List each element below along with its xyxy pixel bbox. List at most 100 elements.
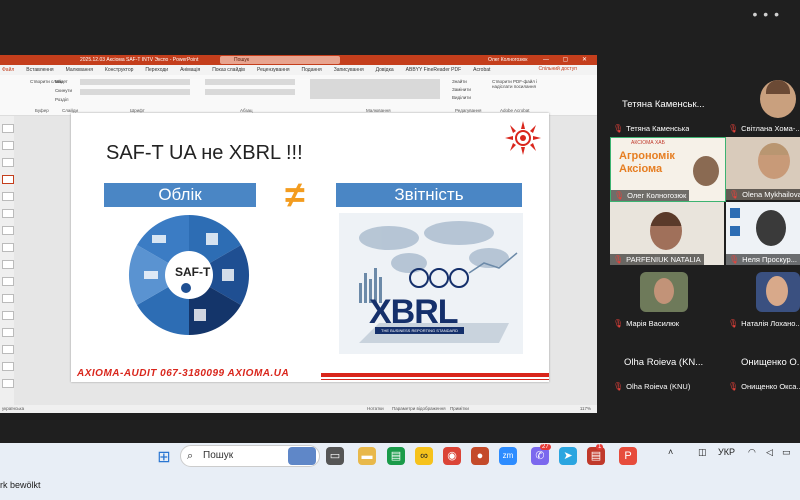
slide-thumbnail[interactable] — [2, 260, 14, 269]
wifi-icon[interactable]: ◠ — [748, 447, 756, 458]
slide-thumbnail[interactable] — [2, 124, 14, 133]
reporting-box: Звітність — [336, 183, 522, 207]
notification-badge: 27 — [540, 444, 551, 450]
participant-label: 🎙 Світлана Хома-... — [728, 124, 800, 133]
presentation-slide[interactable]: SAF-T UA не XBRL !!! Облік ≠ Звітність S… — [71, 113, 549, 382]
status-notes-button[interactable]: Нотатки — [367, 406, 384, 411]
ribbon-find[interactable]: Знайти — [452, 79, 467, 84]
more-options-icon[interactable]: • • • — [753, 6, 780, 22]
saf-t-center-label: SAF-T — [175, 265, 211, 279]
app-icon[interactable]: ▤ — [387, 447, 405, 465]
ribbon-replace[interactable]: Замінити — [452, 87, 471, 92]
status-display-settings[interactable]: Параметри відображення — [392, 406, 446, 411]
participant-name-top-left: Тетяна Каменськ... — [622, 99, 705, 110]
pattern-icon — [730, 226, 740, 236]
ribbon-font-style[interactable] — [80, 89, 190, 95]
camera-icon[interactable]: ◫ — [698, 447, 707, 458]
ppt-ribbon-tabs: Файл Вставлення Малювання Конструктор Пе… — [0, 65, 597, 75]
ppt-document-title: 2025.12.03 Аксіома SAF-T INTV Экспо - Po… — [80, 57, 199, 63]
tile-logo-small: АКСІОМА ХАБ — [631, 140, 665, 146]
slide-thumbnail[interactable] — [2, 345, 14, 354]
chrome-icon[interactable]: ◉ — [443, 447, 461, 465]
ppt-tab-abbyy[interactable]: ABBYY FineReader PDF — [406, 67, 462, 73]
ppt-tab-file[interactable]: Файл — [2, 67, 14, 73]
slide-thumbnail[interactable] — [2, 277, 14, 286]
ppt-tab-design[interactable]: Конструктор — [105, 67, 134, 73]
file-explorer-icon[interactable]: ▬ — [358, 447, 376, 465]
ppt-tab-draw[interactable]: Малювання — [66, 67, 93, 73]
slide-thumbnail-active[interactable] — [2, 175, 14, 184]
participant-avatar — [693, 156, 719, 186]
ribbon-layout[interactable]: Макет — [55, 79, 68, 84]
slide-thumbnail[interactable] — [2, 379, 14, 388]
browser-profile-icon[interactable]: ● — [471, 447, 489, 465]
accounting-box: Облік — [104, 183, 256, 207]
ribbon-reset[interactable]: Скинути — [55, 88, 72, 93]
weather-widget[interactable]: rk bewölkt — [0, 480, 41, 490]
powerpoint-icon[interactable]: P — [619, 447, 637, 465]
video-tile[interactable]: 🎙 PARFENIUK NATALIA — [610, 202, 724, 265]
muted-mic-icon: 🎙 — [613, 255, 624, 264]
ppt-tab-help[interactable]: Довідка — [376, 67, 394, 73]
slide-thumbnail[interactable] — [2, 328, 14, 337]
muted-mic-icon: 🎙 — [729, 255, 740, 264]
infinity-app-icon[interactable]: ∞ — [415, 447, 433, 465]
video-tile-top-right[interactable] — [756, 78, 800, 120]
ppt-tab-acrobat[interactable]: Acrobat — [473, 67, 490, 73]
ppt-tab-record[interactable]: Записування — [334, 67, 364, 73]
ppt-search-box[interactable]: Пошук — [220, 56, 340, 64]
ppt-tab-transitions[interactable]: Переходи — [145, 67, 168, 73]
volume-icon[interactable]: ◁ — [766, 447, 773, 458]
slide-thumbnail[interactable] — [2, 362, 14, 371]
slide-thumbnails-pane[interactable] — [0, 116, 14, 405]
pdf-app-icon[interactable]: ▤ — [587, 447, 605, 465]
slide-thumbnail[interactable] — [2, 192, 14, 201]
ribbon-shapes[interactable] — [310, 79, 440, 99]
window-controls-icon[interactable]: — ▢ ✕ — [543, 56, 593, 63]
ppt-tab-review[interactable]: Рецензування — [257, 67, 290, 73]
slide-thumbnail[interactable] — [2, 311, 14, 320]
ribbon-font-box[interactable] — [80, 79, 190, 85]
muted-mic-icon: 🎙 — [728, 382, 739, 391]
windows-start-icon[interactable]: ⊞ — [155, 449, 173, 467]
ppt-title-bar: 2025.12.03 Аксіома SAF-T INTV Экспо - Po… — [0, 55, 597, 65]
ppt-tab-view[interactable]: Подання — [302, 67, 322, 73]
slide-thumbnail[interactable] — [2, 141, 14, 150]
ppt-share-button[interactable]: Спільний доступ — [539, 66, 577, 72]
muted-mic-icon: 🎙 — [729, 190, 740, 199]
video-tile[interactable]: 🎙 Неля Проскур... — [726, 202, 800, 265]
participant-label: 🎙 Марія Василюк — [613, 319, 680, 328]
participant-label: 🎙 Онищенко Окса... — [728, 382, 800, 391]
muted-mic-icon: 🎙 — [614, 191, 625, 200]
zoom-icon[interactable]: zm — [499, 447, 517, 465]
ribbon-paragraph-align[interactable] — [205, 89, 295, 95]
slide-thumbnail[interactable] — [2, 243, 14, 252]
xbrl-tagline: THE BUSINESS REPORTING STANDARD — [375, 327, 464, 334]
ribbon-select[interactable]: Виділити — [452, 95, 471, 100]
slide-thumbnail[interactable] — [2, 209, 14, 218]
zoom-meeting-stage: • • • 2025.12.03 Аксіома SAF-T INTV Эксп… — [0, 0, 800, 443]
participant-label: 🎙 Тетяна Каменська — [613, 124, 690, 133]
ppt-tab-animations[interactable]: Анімація — [180, 67, 200, 73]
slide-thumbnail[interactable] — [2, 226, 14, 235]
battery-icon[interactable]: ▭ — [782, 447, 791, 458]
task-view-icon[interactable]: ▭ — [326, 447, 344, 465]
participant-avatar — [756, 210, 786, 246]
telegram-icon[interactable]: ➤ — [559, 447, 577, 465]
video-tile-speaker[interactable]: АКСІОМА ХАБ Агрономік Аксіома 🎙 Олег Колн… — [610, 137, 726, 202]
slide-thumbnail[interactable] — [2, 158, 14, 167]
status-comments[interactable]: Примітки — [450, 406, 469, 411]
tray-chevron-icon[interactable]: ˄ — [668, 447, 673, 457]
video-tile[interactable]: 🎙 Olena Mykhailova — [726, 137, 800, 200]
search-icon: ⌕ — [187, 450, 194, 462]
ppt-tab-insert[interactable]: Вставлення — [26, 67, 53, 73]
ppt-tab-slideshow[interactable]: Показ слайдів — [212, 67, 245, 73]
keyboard-language[interactable]: УКР — [718, 447, 735, 457]
ribbon-acrobat-pdf[interactable]: Створити PDF-файл і надіслати посилання — [492, 79, 542, 89]
slide-thumbnail[interactable] — [2, 294, 14, 303]
ribbon-paragraph[interactable] — [205, 79, 295, 85]
search-highlight-icon[interactable] — [288, 447, 316, 465]
participant-name: Olha Roieva (KN... — [624, 357, 704, 368]
ribbon-section[interactable]: Розділ — [55, 97, 68, 102]
status-zoom-level[interactable]: 117% — [580, 406, 591, 411]
